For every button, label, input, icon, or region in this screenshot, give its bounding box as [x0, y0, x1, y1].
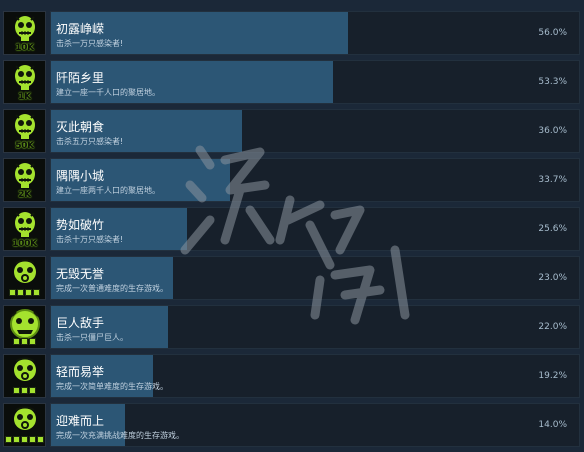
achievement-panel: 灭此朝食击杀五万只感染者! 36.0%: [50, 109, 580, 153]
gasmask-icon: [3, 403, 46, 447]
achievement-row[interactable]: 2K 隅隅小城建立一座两千人口的聚居地。 33.7%: [0, 158, 584, 207]
difficulty-pip: [25, 289, 32, 296]
achievement-description: 建立一座一千人口的聚居地。: [56, 88, 160, 97]
difficulty-pip: [5, 436, 12, 443]
achievement-description: 击杀五万只感染者!: [56, 137, 124, 146]
unlock-percentage: 22.0%: [538, 322, 567, 332]
difficulty-pip: [21, 387, 28, 394]
achievement-description: 完成一次简单难度的生存游戏。: [56, 382, 168, 391]
achievement-panel: 阡陌乡里建立一座一千人口的聚居地。 53.3%: [50, 60, 580, 104]
achievement-badge: 10K: [15, 43, 34, 53]
zombie-head-icon: 100K: [3, 207, 46, 251]
difficulty-pips: [4, 289, 45, 296]
achievement-badge: 100K: [12, 239, 37, 249]
achievement-panel: 初露峥嵘击杀一万只感染者! 56.0%: [50, 11, 580, 55]
achievement-row[interactable]: 1K 阡陌乡里建立一座一千人口的聚居地。 53.3%: [0, 60, 584, 109]
achievement-row[interactable]: 50K 灭此朝食击杀五万只感染者! 36.0%: [0, 109, 584, 158]
achievement-row[interactable]: 10K 初露峥嵘击杀一万只感染者! 56.0%: [0, 11, 584, 60]
difficulty-pip: [29, 338, 36, 345]
difficulty-pips: [4, 338, 45, 345]
difficulty-pip: [13, 436, 20, 443]
difficulty-pip: [9, 289, 16, 296]
achievement-panel: 势如破竹击杀十万只感染者! 25.6%: [50, 207, 580, 251]
difficulty-pip: [29, 436, 36, 443]
difficulty-pip: [17, 289, 24, 296]
unlock-percentage: 33.7%: [538, 175, 567, 185]
difficulty-pips: [4, 387, 45, 394]
difficulty-pip: [21, 436, 28, 443]
achievement-row[interactable]: 100K 势如破竹击杀十万只感染者! 25.6%: [0, 207, 584, 256]
difficulty-pip: [29, 387, 36, 394]
achievement-title: 轻而易举: [56, 365, 105, 379]
unlock-percentage: 56.0%: [538, 28, 567, 38]
zombie-head-icon: 50K: [3, 109, 46, 153]
achievement-description: 击杀一万只感染者!: [56, 39, 124, 48]
achievement-description: 完成一次普通难度的生存游戏。: [56, 284, 168, 293]
achievement-badge: 2K: [18, 190, 31, 200]
achievement-panel: 巨人敌手击杀一只僵尸巨人。 22.0%: [50, 305, 580, 349]
achievement-description: 击杀一只僵尸巨人。: [56, 333, 128, 342]
achievement-panel: 轻而易举完成一次简单难度的生存游戏。 19.2%: [50, 354, 580, 398]
achievement-panel: 隅隅小城建立一座两千人口的聚居地。 33.7%: [50, 158, 580, 202]
achievement-description: 建立一座两千人口的聚居地。: [56, 186, 160, 195]
achievement-row[interactable]: 无毁无誉完成一次普通难度的生存游戏。 23.0%: [0, 256, 584, 305]
unlock-percentage: 25.6%: [538, 224, 567, 234]
achievement-title: 阡陌乡里: [56, 71, 105, 85]
zombie-head-icon: 2K: [3, 158, 46, 202]
unlock-percentage: 36.0%: [538, 126, 567, 136]
unlock-percentage: 19.2%: [538, 371, 567, 381]
zombie-head-icon: 10K: [3, 11, 46, 55]
achievement-title: 灭此朝食: [56, 120, 105, 134]
gasmask-icon: [3, 256, 46, 300]
difficulty-pip: [37, 436, 44, 443]
achievement-panel: 迎难而上完成一次充满挑战难度的生存游戏。 14.0%: [50, 403, 580, 447]
achievement-description: 击杀十万只感染者!: [56, 235, 124, 244]
difficulty-pip: [13, 338, 20, 345]
achievement-description: 完成一次充满挑战难度的生存游戏。: [56, 431, 184, 440]
difficulty-pip: [13, 387, 20, 394]
achievement-badge: 50K: [15, 141, 34, 151]
giant-zombie-icon: [3, 305, 46, 349]
achievement-title: 巨人敌手: [56, 316, 105, 330]
achievement-row[interactable]: 轻而易举完成一次简单难度的生存游戏。 19.2%: [0, 354, 584, 403]
achievement-title: 迎难而上: [56, 414, 105, 428]
unlock-percentage: 23.0%: [538, 273, 567, 283]
achievement-row[interactable]: 巨人敌手击杀一只僵尸巨人。 22.0%: [0, 305, 584, 354]
achievement-row[interactable]: 迎难而上完成一次充满挑战难度的生存游戏。 14.0%: [0, 403, 584, 452]
unlock-percentage: 53.3%: [538, 77, 567, 87]
unlock-percentage: 14.0%: [538, 420, 567, 430]
gasmask-icon: [3, 354, 46, 398]
achievement-title: 隅隅小城: [56, 169, 105, 183]
achievement-title: 初露峥嵘: [56, 22, 105, 36]
zombie-head-icon: 1K: [3, 60, 46, 104]
difficulty-pips: [4, 436, 45, 443]
achievement-title: 无毁无誉: [56, 267, 105, 281]
achievement-panel: 无毁无誉完成一次普通难度的生存游戏。 23.0%: [50, 256, 580, 300]
achievement-badge: 1K: [18, 92, 31, 102]
difficulty-pip: [21, 338, 28, 345]
difficulty-pip: [33, 289, 40, 296]
achievement-title: 势如破竹: [56, 218, 105, 232]
